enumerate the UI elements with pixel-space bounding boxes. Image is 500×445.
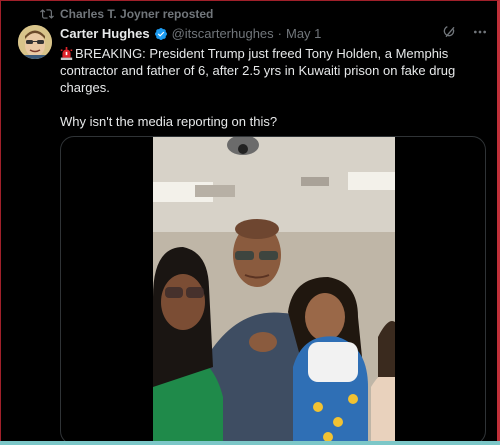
bottom-strip: [0, 441, 500, 445]
repost-label: Charles T. Joyner reposted: [60, 7, 214, 21]
post-date[interactable]: May 1: [286, 26, 321, 41]
more-icon[interactable]: [472, 24, 488, 40]
post-line-1: BREAKING: President Trump just freed Ton…: [60, 46, 456, 95]
post-text: BREAKING: President Trump just freed Ton…: [60, 45, 480, 147]
repost-icon: [40, 9, 54, 19]
post-line-2: Why isn't the media reporting on this?: [60, 114, 278, 129]
repost-indicator[interactable]: Charles T. Joyner reposted: [40, 7, 213, 21]
grok-icon[interactable]: [442, 24, 458, 40]
author-handle[interactable]: @itscarterhughes: [172, 26, 274, 41]
video-frame: [153, 137, 395, 444]
siren-emoji-icon: [60, 47, 73, 60]
post-actions-top: [442, 24, 488, 40]
avatar[interactable]: [18, 25, 52, 59]
video-still-image: [153, 137, 395, 444]
video-player[interactable]: [60, 136, 486, 445]
post-header: Carter Hughes @itscarterhughes · May 1: [60, 26, 450, 41]
separator: ·: [277, 26, 282, 41]
author-name[interactable]: Carter Hughes: [60, 26, 150, 41]
verified-badge-icon: [154, 27, 167, 40]
